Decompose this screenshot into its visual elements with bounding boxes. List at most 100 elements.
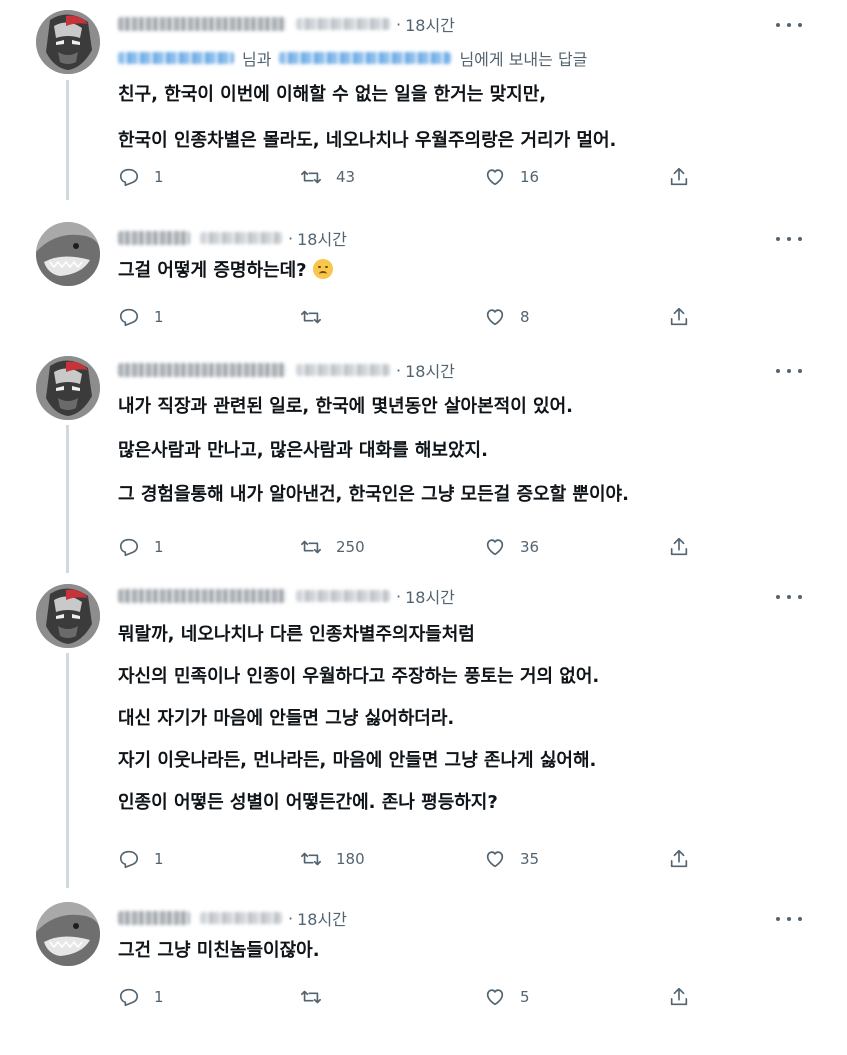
- thread-line: [66, 425, 69, 573]
- retweet-button[interactable]: 43: [300, 166, 355, 188]
- like-button[interactable]: 36: [484, 536, 539, 558]
- share-icon: [670, 537, 688, 556]
- tweet-line-text: 그걸 어떻게 증명하는데?: [118, 260, 307, 281]
- shark-avatar-icon: [36, 902, 100, 966]
- tweet-actions: 1 8: [118, 306, 702, 330]
- more-icon[interactable]: [776, 588, 802, 606]
- author-name-redacted[interactable]: [118, 911, 190, 925]
- reply-to-text: 님에게 보내는 답글: [459, 50, 588, 69]
- tweet-actions: 1 5: [118, 986, 702, 1010]
- reply-count: 1: [154, 988, 164, 1006]
- share-button[interactable]: [668, 848, 690, 870]
- reply-icon: [119, 308, 139, 327]
- reply-button[interactable]: 1: [118, 166, 164, 188]
- tweet-time[interactable]: 18시간: [405, 12, 455, 36]
- tweet-actions: 1 180 35: [118, 848, 702, 872]
- heart-icon: [486, 989, 504, 1006]
- tweet-text: 그걸 어떻게 증명하는데?: [118, 252, 333, 290]
- thread-line: [66, 653, 69, 888]
- tweet-text: 내가 직장과 관련된 일로, 한국에 몇년동안 살아본적이 있어. 많은사람과 …: [118, 388, 629, 514]
- share-icon: [670, 167, 688, 186]
- more-icon[interactable]: [776, 362, 802, 380]
- tweet-line: 인종이 어떻든 성별이 어떻든간에. 존나 평등하지?: [118, 792, 498, 813]
- tweet-line: 뭐랄까, 네오나치나 다른 인종차별주의자들처럼: [118, 624, 475, 645]
- avatar-shark[interactable]: [36, 902, 100, 966]
- reply-button[interactable]: 1: [118, 536, 164, 558]
- author-handle-redacted[interactable]: [296, 590, 390, 602]
- retweet-count: 43: [336, 168, 356, 186]
- author-name-redacted[interactable]: [118, 589, 286, 603]
- like-count: 16: [520, 168, 540, 186]
- reply-icon: [119, 988, 139, 1007]
- tweet-text: 친구, 한국이 이번에 이해할 수 없는 일을 한거는 맞지만, 한국이 인종차…: [118, 76, 616, 160]
- mention-redacted[interactable]: [279, 52, 452, 64]
- like-button[interactable]: 8: [484, 306, 530, 328]
- retweet-button[interactable]: [300, 306, 336, 328]
- like-button[interactable]: 35: [484, 848, 539, 870]
- tweet-header: · 18시간: [118, 12, 455, 36]
- tweet-header: · 18시간: [118, 226, 347, 250]
- avatar-ironman[interactable]: [36, 10, 100, 74]
- retweet-button[interactable]: 250: [300, 536, 365, 558]
- avatar-shark[interactable]: [36, 222, 100, 286]
- share-button[interactable]: [668, 986, 690, 1008]
- reply-icon: [119, 168, 139, 187]
- avatar-ironman[interactable]: [36, 584, 100, 648]
- author-handle-redacted[interactable]: [296, 18, 390, 30]
- reply-icon: [119, 850, 139, 869]
- author-name-redacted[interactable]: [118, 363, 286, 377]
- author-handle-redacted[interactable]: [296, 364, 390, 376]
- tweet-line: 자신의 민족이나 인종이 우월하다고 주장하는 풍토는 거의 없어.: [118, 666, 600, 687]
- replying-to: 님과 님에게 보내는 답글: [118, 46, 587, 70]
- author-handle-redacted[interactable]: [200, 912, 282, 924]
- reply-count: 1: [154, 308, 164, 326]
- share-button[interactable]: [668, 306, 690, 328]
- author-handle-redacted[interactable]: [200, 232, 282, 244]
- reply-button[interactable]: 1: [118, 848, 164, 870]
- tweet-time[interactable]: 18시간: [297, 226, 347, 250]
- more-icon[interactable]: [776, 910, 802, 928]
- like-count: 8: [520, 308, 530, 326]
- heart-icon: [486, 851, 504, 868]
- mention-redacted[interactable]: [118, 52, 234, 64]
- share-icon: [670, 307, 688, 326]
- tweet-line: 그걸 어떻게 증명하는데?: [118, 252, 333, 290]
- tweet-line: 그건 그냥 미친놈들이잖아.: [118, 940, 320, 961]
- tweet-header: · 18시간: [118, 584, 455, 608]
- share-icon: [670, 849, 688, 868]
- avatar-ironman[interactable]: [36, 356, 100, 420]
- tweet-thread: · 18시간 님과 님에게 보내는 답글 친구, 한국이 이번에 이해할 수 없…: [0, 0, 847, 1055]
- retweet-button[interactable]: [300, 986, 336, 1008]
- heart-icon: [486, 309, 504, 326]
- ironman-avatar-icon: [36, 10, 100, 74]
- tweet-time[interactable]: 18시간: [405, 358, 455, 382]
- like-count: 36: [520, 538, 540, 556]
- reply-button[interactable]: 1: [118, 986, 164, 1008]
- tweet-time[interactable]: 18시간: [297, 906, 347, 930]
- tweet-line: 그 경험을통해 내가 알아낸건, 한국인은 그냥 모든걸 증오할 뿐이야.: [118, 484, 629, 505]
- more-icon[interactable]: [776, 16, 802, 34]
- retweet-icon: [301, 170, 321, 184]
- heart-icon: [486, 539, 504, 556]
- reply-button[interactable]: 1: [118, 306, 164, 328]
- like-button[interactable]: 16: [484, 166, 539, 188]
- tweet-time[interactable]: 18시간: [405, 584, 455, 608]
- reply-count: 1: [154, 168, 164, 186]
- reply-icon: [119, 538, 139, 557]
- share-button[interactable]: [668, 536, 690, 558]
- author-name-redacted[interactable]: [118, 231, 190, 245]
- heart-icon: [486, 169, 504, 186]
- tweet-line: 많은사람과 만나고, 많은사람과 대화를 해보았지.: [118, 440, 488, 461]
- tweet-text: 그건 그냥 미친놈들이잖아.: [118, 932, 320, 970]
- retweet-icon: [301, 540, 321, 554]
- retweet-button[interactable]: 180: [300, 848, 365, 870]
- share-button[interactable]: [668, 166, 690, 188]
- author-name-redacted[interactable]: [118, 17, 286, 31]
- tweet-line: 한국이 인종차별은 몰라도, 네오나치나 우월주의랑은 거리가 멀어.: [118, 130, 617, 151]
- tweet-line: 친구, 한국이 이번에 이해할 수 없는 일을 한거는 맞지만,: [118, 84, 547, 105]
- tweet-header: · 18시간: [118, 358, 455, 382]
- more-icon[interactable]: [776, 230, 802, 248]
- retweet-icon: [301, 990, 321, 1004]
- like-button[interactable]: 5: [484, 986, 530, 1008]
- reply-count: 1: [154, 538, 164, 556]
